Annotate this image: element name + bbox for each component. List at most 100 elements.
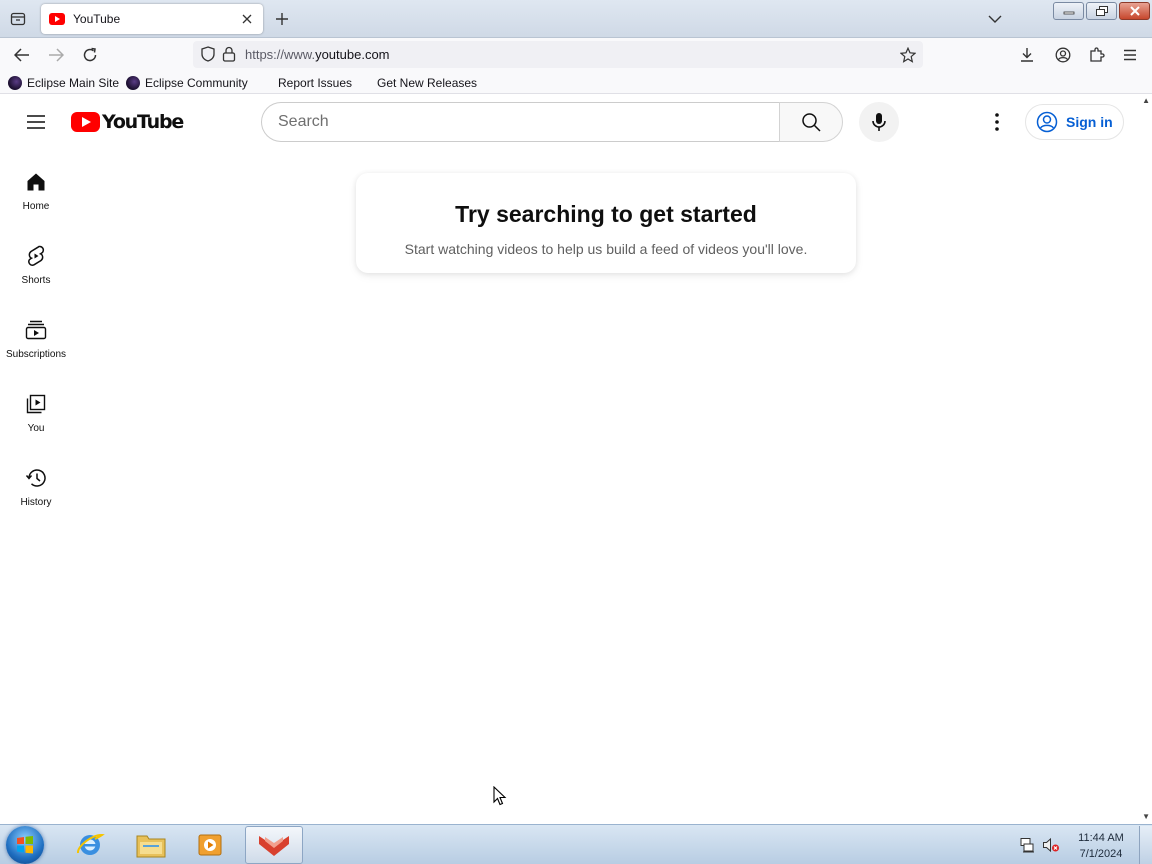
internet-explorer-icon xyxy=(77,833,105,855)
media-player-icon xyxy=(198,834,222,856)
close-icon xyxy=(242,14,252,24)
bookmark-label: Eclipse Community xyxy=(145,76,248,90)
mouse-cursor-icon xyxy=(493,786,507,806)
bookmark-label: Get New Releases xyxy=(377,76,478,90)
clock[interactable]: 11:44 AM 7/1/2024 xyxy=(1068,830,1134,862)
search-button[interactable] xyxy=(779,102,843,142)
back-button[interactable] xyxy=(11,44,33,66)
microphone-icon xyxy=(872,113,886,131)
browser-navbar: https://www.youtube.com xyxy=(0,38,1152,71)
app-menu-button[interactable] xyxy=(1119,44,1141,66)
bookmarks-toolbar: Eclipse Main Site Eclipse Community Repo… xyxy=(0,71,1152,94)
downloads-button[interactable] xyxy=(1016,44,1038,66)
tab-youtube[interactable]: YouTube xyxy=(41,4,263,34)
close-icon xyxy=(1129,6,1140,16)
guide-item-label: Shorts xyxy=(21,275,51,286)
volume-muted-icon[interactable] xyxy=(1042,837,1060,853)
youtube-logo[interactable]: YouTube xyxy=(71,111,184,133)
guide-item-history[interactable]: History xyxy=(0,456,72,530)
folder-icon xyxy=(136,835,166,858)
clock-time: 11:44 AM xyxy=(1078,832,1124,844)
youtube-play-logo-icon xyxy=(71,112,100,132)
sign-in-button[interactable]: Sign in xyxy=(1025,104,1124,140)
search-box xyxy=(261,102,780,142)
browser-titlebar: YouTube xyxy=(0,0,1152,38)
close-window-button[interactable] xyxy=(1119,2,1150,20)
home-icon xyxy=(24,170,48,194)
youtube-logo-text: YouTube xyxy=(102,111,184,133)
download-icon xyxy=(1021,48,1033,62)
taskbar: 11:44 AM 7/1/2024 xyxy=(0,824,1152,864)
url-domain: youtube.com xyxy=(315,47,390,62)
shorts-icon xyxy=(24,244,48,268)
reload-icon xyxy=(83,47,97,62)
minimize-icon xyxy=(1063,11,1074,15)
minimize-button[interactable] xyxy=(1053,2,1084,20)
bookmark-report-issues[interactable]: Report Issues xyxy=(278,75,352,91)
new-tab-button[interactable] xyxy=(272,9,292,29)
taskbar-file-explorer[interactable] xyxy=(122,826,180,864)
windows-logo-icon xyxy=(17,836,33,854)
url-text[interactable]: https://www.youtube.com xyxy=(245,47,390,62)
reload-button[interactable] xyxy=(79,44,101,66)
eclipse-icon xyxy=(126,76,140,90)
voice-search-button[interactable] xyxy=(859,102,899,142)
history-icon xyxy=(24,466,48,490)
more-vertical-icon xyxy=(995,113,999,131)
clock-date: 7/1/2024 xyxy=(1079,848,1123,860)
guide-item-home[interactable]: Home xyxy=(0,160,72,234)
guide-item-shorts[interactable]: Shorts xyxy=(0,234,72,308)
url-bar[interactable]: https://www.youtube.com xyxy=(193,41,923,68)
scroll-down-arrow-icon[interactable]: ▼ xyxy=(1142,812,1150,821)
subscriptions-icon xyxy=(24,318,48,342)
arrow-left-icon xyxy=(14,48,29,62)
star-icon xyxy=(900,47,916,63)
taskbar-media-player[interactable] xyxy=(181,826,239,864)
account-circle-icon xyxy=(1036,111,1058,133)
restore-button[interactable] xyxy=(1086,2,1117,20)
guide-item-label: Subscriptions xyxy=(5,349,67,360)
guide-item-label: History xyxy=(20,497,52,508)
guide-item-subscriptions[interactable]: Subscriptions xyxy=(0,308,72,382)
account-button[interactable] xyxy=(1052,44,1074,66)
search-input[interactable] xyxy=(262,103,780,141)
bookmark-label: Report Issues xyxy=(278,76,353,90)
bookmark-eclipse-community[interactable]: Eclipse Community xyxy=(126,75,248,91)
scroll-up-arrow-icon[interactable]: ▲ xyxy=(1142,96,1150,105)
you-icon xyxy=(24,392,48,416)
empty-feed-card: Try searching to get started Start watch… xyxy=(356,173,856,273)
plus-icon xyxy=(276,13,288,25)
forward-button[interactable] xyxy=(45,44,67,66)
firefox-view-button[interactable] xyxy=(6,8,30,30)
guide-item-label: You xyxy=(27,423,45,434)
tab-title: YouTube xyxy=(73,12,121,26)
start-button[interactable] xyxy=(6,826,44,864)
list-all-tabs-button[interactable] xyxy=(985,10,1005,28)
arrow-right-icon xyxy=(49,48,64,62)
bookmark-get-new-releases[interactable]: Get New Releases xyxy=(377,75,477,91)
hamburger-icon xyxy=(27,115,45,129)
network-icon[interactable] xyxy=(1018,837,1036,853)
tab-close-button[interactable] xyxy=(239,11,255,27)
search-icon xyxy=(802,113,821,132)
guide-menu-button[interactable] xyxy=(22,108,50,136)
chevron-down-icon xyxy=(988,15,1002,23)
youtube-favicon-icon xyxy=(49,13,65,25)
extensions-button[interactable] xyxy=(1086,44,1108,66)
bookmark-star-button[interactable] xyxy=(897,44,919,66)
account-icon xyxy=(1055,47,1071,63)
bookmark-eclipse-main-site[interactable]: Eclipse Main Site xyxy=(8,75,119,91)
taskbar-eclipse-browser[interactable] xyxy=(245,826,303,864)
settings-more-button[interactable] xyxy=(984,108,1010,136)
firefox-view-icon xyxy=(10,12,26,26)
empty-feed-title: Try searching to get started xyxy=(455,201,757,227)
lock-icon[interactable] xyxy=(222,46,236,62)
browser-app-icon xyxy=(259,836,289,856)
show-desktop-button[interactable] xyxy=(1139,826,1152,864)
puzzle-icon xyxy=(1090,47,1105,62)
sign-in-label: Sign in xyxy=(1066,114,1113,130)
shield-icon[interactable] xyxy=(201,46,215,62)
eclipse-icon xyxy=(8,76,22,90)
taskbar-internet-explorer[interactable] xyxy=(61,826,119,864)
guide-item-you[interactable]: You xyxy=(0,382,72,456)
